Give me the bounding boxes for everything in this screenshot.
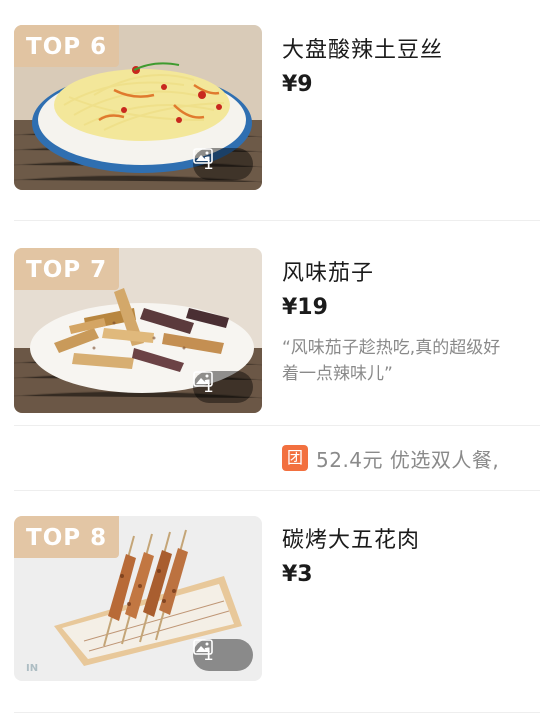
dish-photo[interactable]: TOP 8 IN 1 (14, 516, 262, 681)
dish-name[interactable]: 碳烤大五花肉 (282, 522, 420, 554)
divider (14, 220, 540, 221)
divider (14, 490, 540, 491)
group-deal-text: 52.4元 优选双人餐, (316, 447, 500, 472)
dish-price: ¥9 (282, 72, 313, 97)
group-deal-row[interactable]: 团 52.4元 优选双人餐, (282, 443, 540, 473)
rank-tag: TOP 8 (14, 516, 120, 558)
rank-tag: TOP 6 (14, 25, 120, 67)
photo-count-badge[interactable]: 1 (193, 148, 253, 180)
dish-name[interactable]: 大盘酸辣土豆丝 (282, 32, 443, 64)
dish-price: ¥3 (282, 562, 313, 587)
image-icon (193, 148, 213, 164)
image-icon (193, 371, 213, 387)
dish-price: ¥19 (282, 295, 328, 320)
review-quote-line1: “风味茄子趁热吃,真的超级好 (282, 338, 501, 358)
watermark-logo: IN (26, 663, 39, 674)
dish-photo[interactable]: TOP 7 1 (14, 248, 262, 413)
group-deal-icon: 团 (282, 445, 308, 471)
photo-count-badge[interactable]: 1 (193, 639, 253, 671)
divider (14, 712, 540, 713)
image-icon (193, 639, 213, 655)
dish-name[interactable]: 风味茄子 (282, 255, 374, 287)
rank-tag: TOP 7 (14, 248, 120, 290)
dish-ranking-list: TOP 6 1 大盘酸辣土豆丝 ¥9 TOP 7 1 风味茄子 ¥19 “风味茄… (0, 0, 540, 720)
dish-photo[interactable]: TOP 6 1 (14, 25, 262, 190)
divider (14, 425, 540, 426)
photo-count-badge[interactable]: 1 (193, 371, 253, 403)
review-quote-line2: 着一点辣味儿” (282, 364, 393, 384)
